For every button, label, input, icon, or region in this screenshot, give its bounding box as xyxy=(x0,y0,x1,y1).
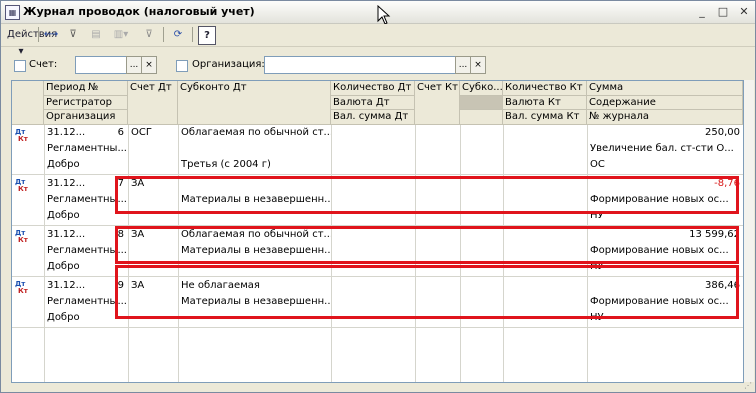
cell-journal: ОС xyxy=(590,159,605,170)
org-filter-input[interactable] xyxy=(264,56,456,74)
mouse-cursor-icon xyxy=(377,5,391,25)
vertical-scrollbar[interactable] xyxy=(744,80,754,382)
header-subk-kt[interactable]: Субко... xyxy=(460,81,503,96)
toolbar: Действия ▾ ⟷ ⊽ ▤ ▥▾ ⊽ ⟳ ? xyxy=(1,24,755,57)
header-period[interactable]: Период № xyxy=(44,81,128,96)
posting-dt-kt-icon: Дт Кт xyxy=(15,128,28,143)
header-organization[interactable]: Организация xyxy=(44,110,128,125)
journal-table[interactable]: Период № Регистратор Организация Счет Дт … xyxy=(11,80,744,383)
account-filter-input[interactable] xyxy=(75,56,127,74)
account-filter-checkbox[interactable] xyxy=(14,60,26,72)
header-qty-kt[interactable]: Количество Кт xyxy=(503,81,587,96)
actions-menu-button[interactable]: Действия ▾ xyxy=(7,26,57,57)
org-clear-button[interactable]: × xyxy=(470,56,486,74)
filter-list-icon[interactable]: ▤ xyxy=(87,26,105,43)
header-acct-kt[interactable]: Счет Кт xyxy=(415,81,460,125)
cell-period: 31.12... xyxy=(47,280,86,291)
header-icon-col xyxy=(12,81,44,125)
cell-period: 31.12... xyxy=(47,127,86,138)
cell-organization: Добро xyxy=(47,159,80,170)
filter-icon[interactable]: ⊽ xyxy=(64,26,82,43)
header-journal[interactable]: № журнала xyxy=(587,110,743,125)
header-cur-kt[interactable]: Валюта Кт xyxy=(503,96,587,110)
highlight-box xyxy=(115,226,739,264)
highlight-box xyxy=(115,265,739,319)
header-sum[interactable]: Сумма xyxy=(587,81,743,96)
minimize-icon[interactable]: _ xyxy=(695,5,709,18)
cell-sum: 250,00 xyxy=(705,127,740,138)
account-select-button[interactable]: ... xyxy=(126,56,142,74)
highlight-box xyxy=(115,176,739,214)
account-filter-label: Счет: xyxy=(29,59,58,70)
header-registrar[interactable]: Регистратор xyxy=(44,96,128,110)
window-title: Журнал проводок (налоговый учет) xyxy=(23,5,255,18)
filter-history-icon[interactable]: ▥▾ xyxy=(110,26,132,43)
help-icon[interactable]: ? xyxy=(198,26,216,45)
account-clear-button[interactable]: × xyxy=(141,56,157,74)
cell-subk-dt-3: Третья (с 2004 г) xyxy=(181,159,271,170)
org-filter-label: Организация: xyxy=(192,59,265,70)
header-cur-dt[interactable]: Валюта Дт xyxy=(331,96,415,110)
resize-grip-icon[interactable]: ⋰ xyxy=(744,381,754,391)
header-qty-dt[interactable]: Количество Дт xyxy=(331,81,415,96)
refresh-icon[interactable]: ⟳ xyxy=(169,26,187,43)
cell-period: 31.12... xyxy=(47,229,86,240)
cell-period: 31.12... xyxy=(47,178,86,189)
cell-registrar: Регламентны... xyxy=(47,143,127,154)
org-filter-checkbox[interactable] xyxy=(176,60,188,72)
header-cursum-dt[interactable]: Вал. сумма Дт xyxy=(331,110,415,125)
maximize-icon[interactable]: □ xyxy=(716,5,730,18)
header-cursum-kt[interactable]: Вал. сумма Кт xyxy=(503,110,587,125)
posting-dt-kt-icon: Дт Кт xyxy=(15,178,28,193)
header-num-label: № xyxy=(88,82,99,93)
cell-content: Увеличение бал. ст-сти О... xyxy=(590,143,734,154)
close-icon[interactable]: ✕ xyxy=(737,5,751,18)
header-content[interactable]: Содержание xyxy=(587,96,743,110)
cell-num: 6 xyxy=(117,127,124,138)
header-subk-dt[interactable]: Субконто Дт xyxy=(178,81,331,125)
cell-acct-dt: ОСГ xyxy=(131,127,152,138)
org-select-button[interactable]: ... xyxy=(455,56,471,74)
clear-filter-icon[interactable]: ⊽ xyxy=(140,26,158,43)
window-app-icon: ▦ xyxy=(5,5,20,20)
posting-dt-kt-icon: Дт Кт xyxy=(15,229,28,244)
filter-bar: Счет: ... × Организация: ... × xyxy=(1,47,755,81)
cell-subk-dt-1: Облагаемая по обычной ст... xyxy=(181,127,331,138)
expand-range-icon[interactable]: ⟷ xyxy=(42,26,60,43)
header-subk-kt-2 xyxy=(460,96,503,110)
header-subk-kt-3 xyxy=(460,110,503,125)
posting-dt-kt-icon: Дт Кт xyxy=(15,280,28,295)
header-period-label: Период xyxy=(46,82,86,93)
header-acct-dt[interactable]: Счет Дт xyxy=(128,81,178,125)
